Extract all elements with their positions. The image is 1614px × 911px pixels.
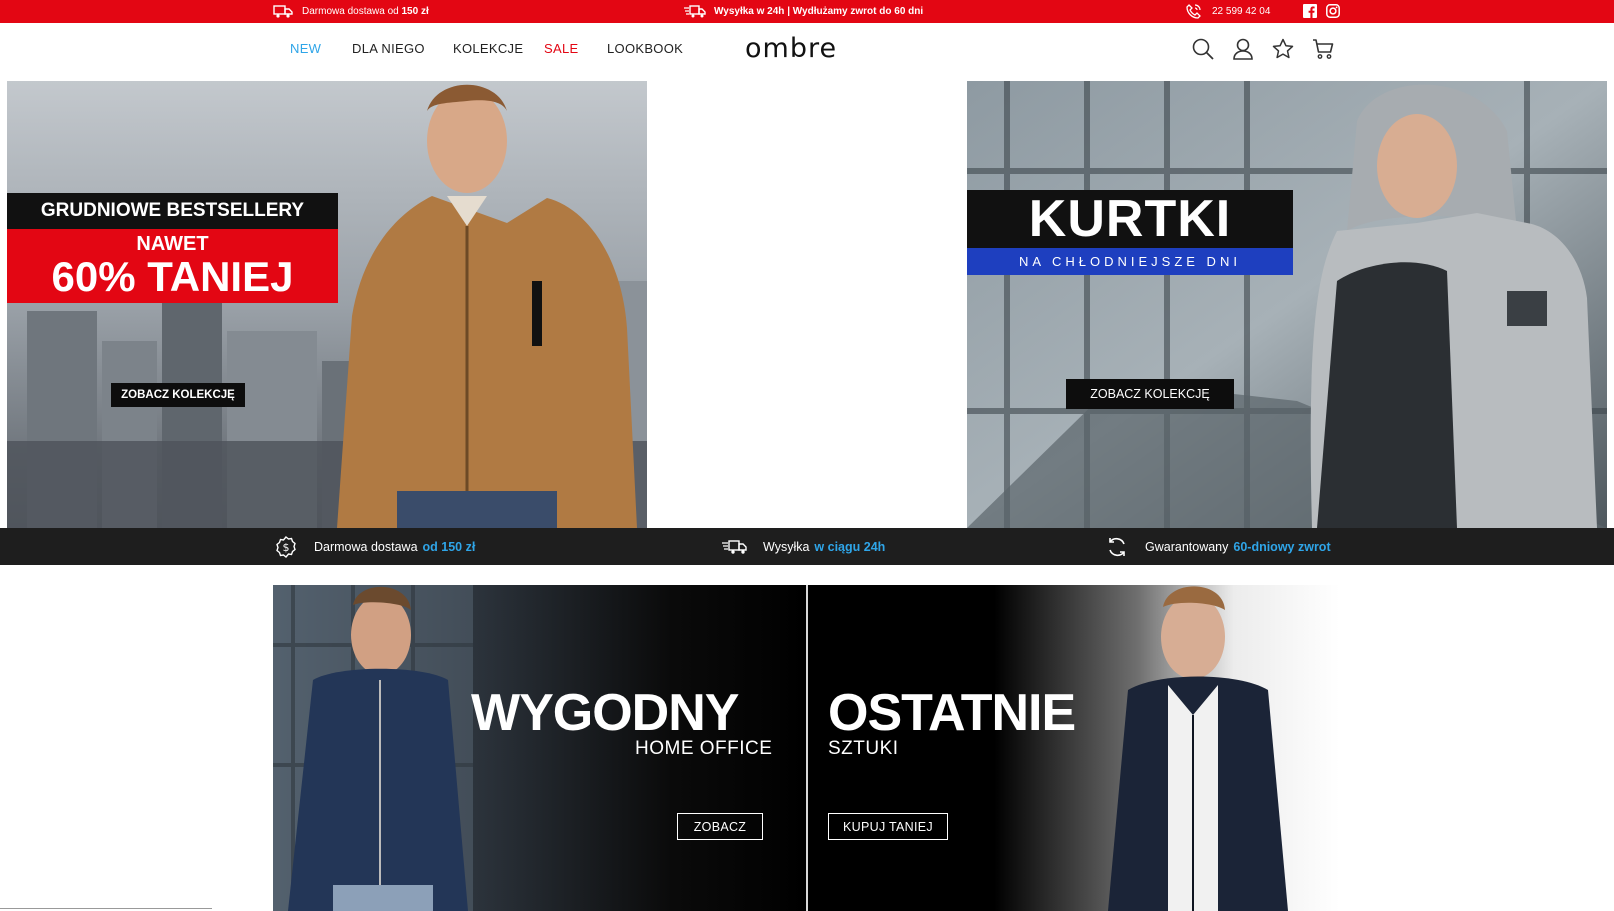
cart-icon[interactable] [1310, 36, 1336, 62]
banner-bestsellers[interactable]: GRUDNIOWE BESTSELLERY NAWET 60% TANIEJ Z… [7, 81, 647, 528]
discount-box: NAWET 60% TANIEJ [7, 229, 338, 303]
benefit-shipping-text: Wysyłka [763, 539, 810, 554]
truck-icon [272, 4, 294, 20]
return-arrows-icon [1103, 535, 1131, 559]
phone-icon [1182, 4, 1204, 20]
promo-right-subtitle: SZTUKI [828, 738, 899, 759]
banner-jackets[interactable]: KURTKI NA CHŁODNIEJSZE DNI ZOBACZ KOLEKC… [967, 81, 1607, 528]
model-photo-brown-jacket [337, 84, 637, 528]
benefits-strip: $ Darmowa dostawa od 150 zł Wysyłka w ci… [0, 528, 1614, 565]
benefit-shipping: Wysyłka w ciągu 24h [721, 528, 885, 565]
promo-right-title: OSTATNIE [828, 684, 1076, 742]
benefit-returns: Gwarantowany 60-dniowy zwrot [1103, 528, 1331, 565]
model-photo-navy-cardigan [1108, 586, 1288, 911]
fast-truck-icon [684, 4, 706, 20]
star-icon[interactable] [1270, 36, 1296, 62]
buy-cheaper-button[interactable]: KUPUJ TANIEJ [828, 813, 948, 840]
discount-value: 60% TANIEJ [51, 253, 294, 300]
jackets-subline: NA CHŁODNIEJSZE DNI [967, 248, 1293, 275]
promo-last-pieces[interactable]: OSTATNIE SZTUKI KUPUJ TANIEJ [808, 585, 1340, 911]
promo-left-title: WYGODNY [471, 684, 739, 742]
nav-item-kolekcje[interactable]: KOLEKCJE [453, 41, 523, 56]
nav-item-dla-niego[interactable]: DLA NIEGO [352, 41, 425, 56]
model-photo-grey-jacket [1310, 84, 1597, 528]
benefit-returns-text: Gwarantowany [1145, 539, 1229, 554]
promo-left-subtitle: HOME OFFICE [635, 738, 773, 759]
shipping-text: Wysyłka w 24h | Wydłużamy zwrot do 60 dn… [714, 6, 924, 17]
benefit-returns-highlight: 60-dniowy zwrot [1233, 539, 1331, 554]
free-delivery-amount: 150 zł [401, 6, 429, 17]
bestsellers-headline: GRUDNIOWE BESTSELLERY [7, 193, 338, 229]
benefit-free-delivery: $ Darmowa dostawa od 150 zł [272, 528, 475, 565]
nav-item-lookbook[interactable]: LOOKBOOK [607, 41, 683, 56]
see-collection-button-left[interactable]: ZOBACZ KOLEKCJĘ [111, 383, 245, 407]
nav-item-new[interactable]: NEW [290, 41, 321, 56]
phone-number[interactable]: 22 599 42 04 [1212, 6, 1270, 17]
see-collection-button-right[interactable]: ZOBACZ KOLEKCJĘ [1066, 379, 1234, 409]
benefit-free-delivery-text: Darmowa dostawa [314, 539, 418, 554]
benefit-free-delivery-highlight: od 150 zł [422, 539, 476, 554]
site-logo[interactable]: ombre [745, 33, 865, 65]
free-delivery-info: Darmowa dostawa od 150 zł [272, 0, 429, 23]
search-icon[interactable] [1190, 36, 1216, 62]
promo-banner: WYGODNY HOME OFFICE ZOBACZ OSTATNIE SZTU… [273, 585, 1340, 911]
coin-badge-icon: $ [272, 535, 300, 559]
promo-home-office[interactable]: WYGODNY HOME OFFICE ZOBACZ [273, 585, 806, 911]
free-delivery-text: Darmowa dostawa od [302, 6, 402, 17]
facebook-icon[interactable] [1302, 3, 1317, 18]
logo-text: ombre [745, 33, 837, 64]
instagram-icon[interactable] [1325, 3, 1340, 18]
nav-item-sale[interactable]: SALE [544, 41, 578, 56]
jackets-headline: KURTKI [967, 190, 1293, 248]
benefit-shipping-highlight: w ciągu 24h [814, 539, 886, 554]
phone-info[interactable]: 22 599 42 04 [1182, 0, 1270, 23]
top-info-bar: Darmowa dostawa od 150 zł Wysyłka w 24h … [0, 0, 1614, 23]
bottom-scroll-line [0, 908, 212, 909]
shipping-info: Wysyłka w 24h | Wydłużamy zwrot do 60 dn… [684, 0, 923, 23]
site-header: NEW DLA NIEGO KOLEKCJE SALE LOOKBOOK omb… [0, 23, 1614, 80]
user-icon[interactable] [1230, 36, 1256, 62]
see-home-office-button[interactable]: ZOBACZ [677, 813, 763, 840]
svg-text:$: $ [283, 541, 290, 554]
fast-truck-icon [721, 535, 749, 559]
